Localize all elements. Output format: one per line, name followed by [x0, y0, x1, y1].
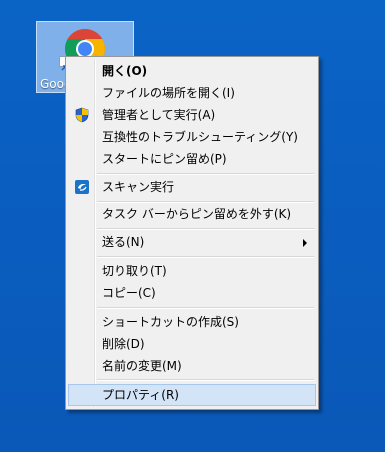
menu-item-label: プロパティ(R) — [102, 388, 179, 402]
submenu-arrow-icon — [303, 239, 307, 247]
menu-item-label: 送る(N) — [102, 235, 145, 249]
menu-item-properties[interactable]: プロパティ(R) — [68, 384, 316, 406]
menu-item-run-as-admin[interactable]: 管理者として実行(A) — [68, 104, 316, 126]
menu-item-label: ファイルの場所を開く(I) — [102, 86, 235, 100]
menu-separator — [97, 173, 314, 175]
uac-shield-icon — [75, 107, 89, 123]
menu-item-label: 名前の変更(M) — [102, 359, 182, 373]
menu-item-create-shortcut[interactable]: ショートカットの作成(S) — [68, 311, 316, 333]
menu-item-unpin-from-taskbar[interactable]: タスク バーからピン留めを外す(K) — [68, 203, 316, 225]
menu-item-open[interactable]: 開く(O) — [68, 60, 316, 82]
menu-item-rename[interactable]: 名前の変更(M) — [68, 355, 316, 377]
menu-item-label: コピー(C) — [102, 286, 156, 300]
menu-item-delete[interactable]: 削除(D) — [68, 333, 316, 355]
menu-separator — [97, 228, 314, 230]
menu-item-label: 互換性のトラブルシューティング(Y) — [102, 130, 298, 144]
menu-separator — [97, 379, 314, 381]
menu-item-send-to[interactable]: 送る(N) — [68, 231, 316, 253]
menu-item-label: スキャン実行 — [102, 180, 175, 194]
menu-item-cut[interactable]: 切り取り(T) — [68, 260, 316, 282]
menu-item-label: スタートにピン留め(P) — [102, 152, 227, 166]
menu-item-open-file-location[interactable]: ファイルの場所を開く(I) — [68, 82, 316, 104]
menu-item-label: 開く(O) — [102, 64, 148, 78]
menu-item-copy[interactable]: コピー(C) — [68, 282, 316, 304]
menu-separator — [97, 256, 314, 258]
menu-item-label: 切り取り(T) — [102, 264, 167, 278]
context-menu: 開く(O) ファイルの場所を開く(I) 管理者として実行(A) 互換性のトラブル… — [65, 56, 319, 410]
menu-item-label: 削除(D) — [102, 337, 145, 351]
menu-item-label: ショートカットの作成(S) — [102, 315, 239, 329]
menu-item-label: タスク バーからピン留めを外す(K) — [102, 207, 292, 221]
menu-separator — [97, 307, 314, 309]
menu-item-pin-to-start[interactable]: スタートにピン留め(P) — [68, 148, 316, 170]
antivirus-scan-icon — [75, 180, 89, 194]
menu-item-scan[interactable]: スキャン実行 — [68, 176, 316, 198]
menu-item-compatibility-troubleshoot[interactable]: 互換性のトラブルシューティング(Y) — [68, 126, 316, 148]
menu-item-label: 管理者として実行(A) — [102, 108, 216, 122]
